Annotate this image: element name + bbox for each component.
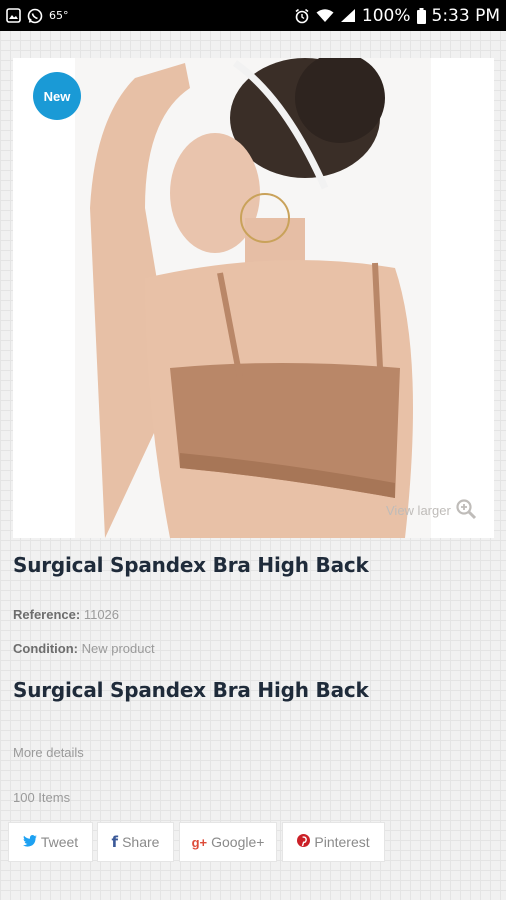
condition-label: Condition: [13,641,78,656]
product-title: Surgical Spandex Bra High Back [13,553,369,577]
google-plus-button[interactable]: g+ Google+ [179,822,277,862]
alarm-icon [294,8,310,24]
wifi-icon [316,8,334,23]
pinterest-icon [297,834,311,850]
product-short-description: Surgical Spandex Bra High Back [13,678,369,702]
google-plus-icon: g+ [191,834,208,850]
reference-label: Reference: [13,607,81,622]
battery-icon [416,7,426,24]
quantity-available: 100 Items [13,790,71,805]
facebook-share-button[interactable]: f Share [97,822,174,862]
condition-value: New product [81,641,155,656]
twitter-icon [22,834,37,850]
new-badge: New [33,72,81,120]
temperature-text: 65° [49,9,69,22]
pinterest-button[interactable]: Pinterest [282,822,385,862]
tweet-button[interactable]: Tweet [8,822,93,862]
status-bar: 65° 100% 5:33 PM [0,0,506,31]
signal-icon [340,8,356,23]
share-label: Share [122,834,160,850]
facebook-icon: f [111,833,119,851]
clock-time: 5:33 PM [431,5,501,26]
reference-row: Reference: 11026 [13,607,119,622]
google-plus-label: Google+ [211,834,265,850]
reference-value: 11026 [83,607,120,622]
view-larger-label: View larger [386,503,451,518]
view-larger-link[interactable]: View larger [386,498,477,523]
gallery-icon [6,8,21,23]
whatsapp-icon [27,8,43,24]
more-details-link[interactable]: More details [13,745,84,760]
product-photo[interactable] [75,58,431,538]
pinterest-label: Pinterest [314,834,370,850]
battery-percent: 100% [361,5,411,26]
tweet-label: Tweet [40,834,79,850]
product-image-card[interactable]: New View larger [13,58,494,538]
condition-row: Condition: New product [13,641,155,656]
magnifier-icon [455,498,477,523]
